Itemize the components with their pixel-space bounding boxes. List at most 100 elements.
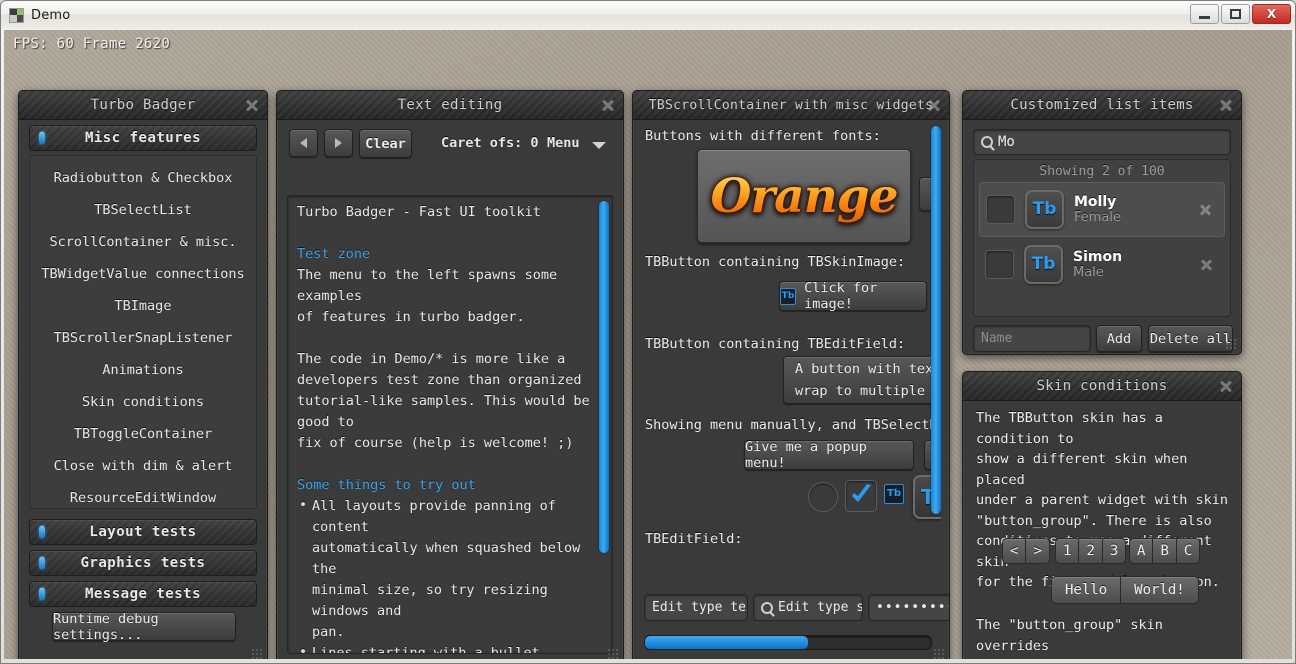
chevron-right-icon (335, 138, 342, 148)
window-skin-conditions-titlebar[interactable]: Skin conditions (963, 372, 1241, 401)
next-button[interactable] (324, 129, 353, 157)
radio-button[interactable] (808, 482, 838, 512)
row-delete-icon[interactable] (1200, 258, 1213, 271)
clear-button[interactable]: Clear (359, 129, 412, 158)
menu-item-close-with-dim[interactable]: Close with dim & alert (30, 450, 256, 482)
label-buttons-fonts: Buttons with different fonts: (645, 128, 881, 144)
window-turbo-badger-titlebar[interactable]: Turbo Badger (19, 91, 267, 120)
table-row[interactable]: Tb Molly Female (979, 182, 1225, 237)
close-icon[interactable] (601, 98, 615, 112)
tb-logo-icon: Tb (1033, 201, 1057, 218)
button-group-letters: A B C (1129, 538, 1200, 564)
close-icon[interactable] (1219, 98, 1233, 112)
edit-type-text-field[interactable]: Edit type text (644, 594, 748, 621)
menu-dropdown-label[interactable]: Menu (547, 135, 580, 151)
window-skin-conditions-title: Skin conditions (1037, 378, 1168, 394)
resize-grip[interactable] (1225, 338, 1238, 351)
resize-grip[interactable] (251, 648, 264, 659)
window-text-editing[interactable]: Text editing Clear Caret ofs: 0 Menu (276, 90, 624, 659)
delete-all-button-label: Delete all (1150, 331, 1231, 347)
checkbox-checked[interactable] (845, 480, 877, 512)
menu-item-tbtogglecontainer[interactable]: TBToggleContainer (30, 418, 256, 450)
click-for-image-button[interactable]: Tb Click for image! (779, 281, 927, 311)
scrollcontainer-scrollbar-thumb[interactable] (931, 126, 941, 514)
label-menu-dropdown: Showing menu manually, and TBSelectDropd (645, 417, 941, 433)
section-layout-tests[interactable]: Layout tests (29, 519, 257, 545)
section-misc-features[interactable]: Misc features (29, 125, 257, 151)
window-skin-conditions[interactable]: Skin conditions The TBButton skin has a … (962, 371, 1242, 659)
close-icon[interactable] (245, 98, 259, 112)
maximize-button[interactable] (1221, 4, 1250, 24)
window-text-editing-titlebar[interactable]: Text editing (277, 91, 623, 120)
row-checkbox[interactable] (986, 195, 1015, 224)
menu-item-radiobutton-checkbox[interactable]: Radiobutton & Checkbox (30, 162, 256, 194)
skin-line: The "button_group" skin overrides (976, 615, 1228, 656)
list-search-value: Mo (998, 134, 1015, 150)
prev-button[interactable] (289, 129, 318, 157)
edit-type-password-field[interactable]: ••••••••••••• (868, 594, 950, 621)
doc-heading-try-out: Some things to try out (297, 475, 592, 496)
window-skin-conditions-body: The TBButton skin has a condition to sho… (963, 400, 1241, 659)
edit-type-search-field[interactable]: Edit type s (753, 594, 863, 621)
add-button-label: Add (1107, 331, 1131, 347)
name-input-placeholder: Name (981, 331, 1012, 346)
menu-item-scrollcontainer[interactable]: ScrollContainer & misc. (30, 226, 256, 258)
minimize-button[interactable] (1190, 4, 1219, 24)
group-button-2[interactable]: 2 (1079, 538, 1102, 564)
popup-menu-button[interactable]: Give me a popup menu! (744, 440, 914, 470)
row-delete-icon[interactable] (1199, 203, 1212, 216)
scroll-viewport[interactable]: Buttons with different fonts: Orange Se … (641, 123, 941, 624)
list-search-input[interactable]: Mo (973, 129, 1231, 155)
group-button-3[interactable]: 3 (1103, 538, 1126, 564)
menu-item-label: ScrollContainer & misc. (50, 234, 237, 250)
section-misc-features-label: Misc features (85, 130, 201, 146)
menu-item-tbscrollersnaplistener[interactable]: TBScrollerSnapListener (30, 322, 256, 354)
menu-item-tbselectlist[interactable]: TBSelectList (30, 194, 256, 226)
progress-bar[interactable] (644, 635, 932, 650)
window-customized-list[interactable]: Customized list items Mo Showing 2 of 10… (962, 90, 1242, 355)
name-input[interactable]: Name (973, 325, 1091, 352)
doc-bullet-list: All layouts provide panning of content a… (297, 496, 592, 654)
runtime-debug-settings-button[interactable]: Runtime debug settings... (52, 612, 236, 641)
group-button-1[interactable]: 1 (1055, 538, 1079, 564)
group-button-a[interactable]: A (1129, 538, 1153, 564)
world-button[interactable]: World! (1121, 576, 1199, 604)
resize-grip[interactable] (607, 648, 620, 659)
close-icon[interactable] (927, 98, 941, 112)
menu-item-tbwidgetvalue[interactable]: TBWidgetValue connections (30, 258, 256, 290)
popup-menu-label: Give me a popup menu! (745, 439, 913, 471)
close-icon[interactable] (1219, 379, 1233, 393)
delete-all-button[interactable]: Delete all (1148, 325, 1233, 352)
window-scrollcontainer-titlebar[interactable]: TBScrollContainer with misc widgets (633, 91, 949, 120)
orange-font-button[interactable]: Orange (697, 149, 911, 243)
section-message-tests[interactable]: Message tests (29, 581, 257, 607)
editor-scrollbar-thumb[interactable] (599, 201, 609, 553)
doc-line: The code in Demo/* is more like a (297, 349, 592, 370)
menu-item-label: TBToggleContainer (74, 426, 212, 442)
section-graphics-tests[interactable]: Graphics tests (29, 550, 257, 576)
edit-type-text-value: Edit type text (652, 600, 748, 615)
window-customized-list-titlebar[interactable]: Customized list items (963, 91, 1241, 120)
add-button[interactable]: Add (1096, 325, 1142, 352)
wrapping-text-button[interactable]: A button with text th wrap to multiple l… (783, 356, 941, 404)
window-scrollcontainer[interactable]: TBScrollContainer with misc widgets Butt… (632, 90, 950, 659)
group-button-b[interactable]: B (1153, 538, 1176, 564)
doc-line: of features in turbo badger. (297, 307, 592, 328)
bullet-icon (39, 526, 45, 539)
menu-item-animations[interactable]: Animations (30, 354, 256, 386)
next-group-button[interactable]: > (1026, 538, 1049, 564)
window-turbo-badger[interactable]: Turbo Badger Misc features Radiobutton &… (18, 90, 268, 659)
prev-group-button[interactable]: < (1002, 538, 1026, 564)
menu-item-label: TBImage (115, 298, 172, 314)
hello-button[interactable]: Hello (1051, 576, 1121, 604)
row-checkbox[interactable] (985, 250, 1014, 279)
text-editor[interactable]: Turbo Badger - Fast UI toolkit Test zone… (287, 195, 613, 654)
table-row[interactable]: Tb Simon Male (979, 237, 1225, 292)
chevron-down-icon[interactable] (592, 142, 606, 149)
close-button[interactable]: X (1252, 4, 1291, 24)
menu-item-resourceeditwindow[interactable]: ResourceEditWindow (30, 482, 256, 514)
group-button-c[interactable]: C (1177, 538, 1200, 564)
menu-item-skin-conditions[interactable]: Skin conditions (30, 386, 256, 418)
resize-grip[interactable] (933, 648, 946, 659)
menu-item-tbimage[interactable]: TBImage (30, 290, 256, 322)
